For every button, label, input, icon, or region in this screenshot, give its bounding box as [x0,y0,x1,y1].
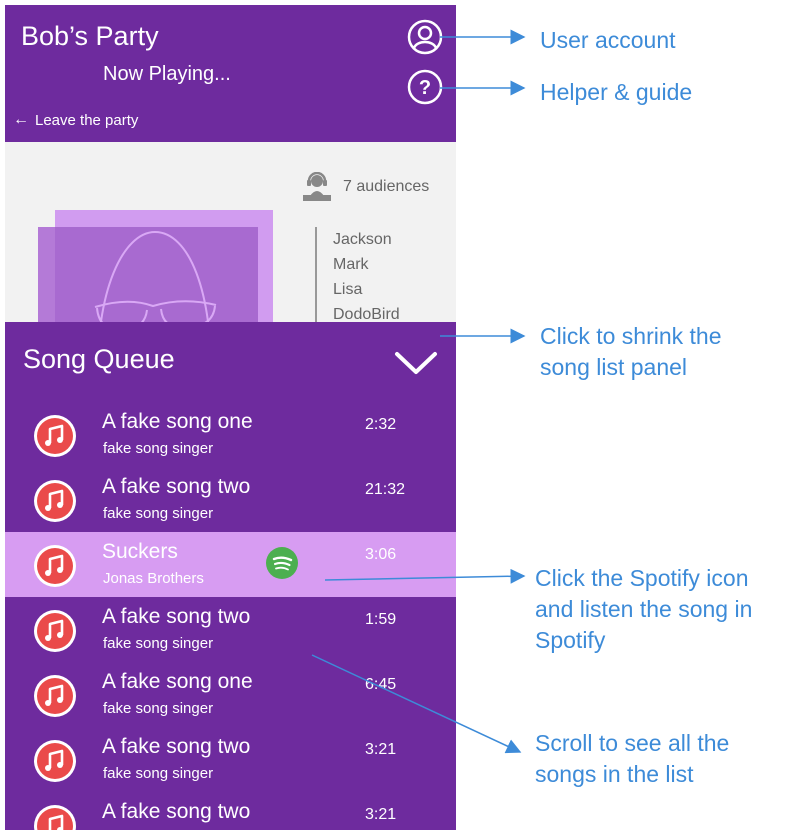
annotation-user-account: User account [540,27,676,53]
annotation-scroll-line: songs in the list [535,761,694,787]
annotation-spotify: Click the Spotify icon and listen the so… [535,563,752,656]
annotation-spotify-line: Spotify [535,627,606,653]
annotation-scroll: Scroll to see all the songs in the list [535,728,729,790]
annotation-scroll-line: Scroll to see all the [535,730,730,756]
arrow-scroll [311,654,522,754]
annotation-helper: Helper & guide [540,79,693,105]
annotation-spotify-line: Click the Spotify icon [535,565,749,591]
annotation-shrink-line: song list panel [540,354,688,380]
annotation-shrink: Click to shrink the song list panel [540,321,722,383]
annotation-spotify-line: and listen the song in [535,596,753,622]
annotation-shrink-line: Click to shrink the [540,323,722,349]
annotation-arrows [311,29,526,754]
arrow-spotify [324,568,526,584]
